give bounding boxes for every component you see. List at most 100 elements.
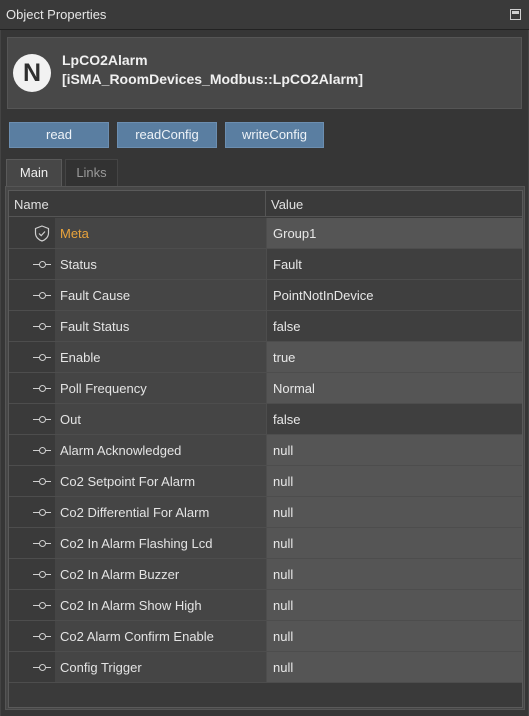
property-value: PointNotInDevice: [273, 288, 374, 303]
property-value: true: [273, 350, 296, 365]
row-value-cell[interactable]: null: [266, 559, 522, 589]
row-value-cell[interactable]: Group1: [266, 218, 522, 248]
niagara-logo-icon: N: [13, 54, 51, 92]
row-name-cell[interactable]: Enable: [55, 342, 266, 372]
property-name: Fault Cause: [60, 288, 131, 303]
row-name-cell[interactable]: Poll Frequency: [55, 373, 266, 403]
property-value: null: [273, 567, 294, 582]
slot-icon: [33, 633, 51, 640]
slot-icon: [33, 664, 51, 671]
row-value-cell[interactable]: null: [266, 621, 522, 651]
property-value: null: [273, 474, 294, 489]
object-name: LpCO2Alarm: [62, 52, 148, 68]
row-icon-cell: [9, 218, 55, 248]
shield-icon: [34, 225, 50, 242]
property-value: false: [273, 412, 301, 427]
slot-icon: [33, 540, 51, 547]
tab-main[interactable]: Main: [6, 159, 62, 187]
table-row[interactable]: Out false: [9, 404, 522, 435]
row-icon-cell: [9, 590, 55, 620]
read-config-button[interactable]: readConfig: [117, 122, 217, 148]
row-name-cell[interactable]: Co2 In Alarm Buzzer: [55, 559, 266, 589]
slot-icon: [33, 509, 51, 516]
row-icon-cell: [9, 404, 55, 434]
row-icon-cell: [9, 311, 55, 341]
row-value-cell[interactable]: null: [266, 652, 522, 682]
object-header: N LpCO2Alarm [iSMA_RoomDevices_Modbus::L…: [7, 37, 522, 109]
property-value: Normal: [273, 381, 315, 396]
row-name-cell[interactable]: Fault Status: [55, 311, 266, 341]
table-row[interactable]: Fault Status false: [9, 311, 522, 342]
property-name: Config Trigger: [60, 660, 142, 675]
properties-table: Name Value Meta Group1 Status Fault Fault Ca…: [8, 190, 523, 708]
row-value-cell[interactable]: null: [266, 466, 522, 496]
table-row[interactable]: Enable true: [9, 342, 522, 373]
row-name-cell[interactable]: Co2 In Alarm Flashing Lcd: [55, 528, 266, 558]
panel-titlebar: Object Properties: [0, 0, 529, 30]
row-name-cell[interactable]: Co2 In Alarm Show High: [55, 590, 266, 620]
row-value-cell[interactable]: false: [266, 404, 522, 434]
property-name: Co2 In Alarm Show High: [60, 598, 202, 613]
row-value-cell[interactable]: false: [266, 311, 522, 341]
row-icon-cell: [9, 435, 55, 465]
property-value: null: [273, 598, 294, 613]
column-divider[interactable]: [265, 191, 266, 217]
slot-icon: [33, 447, 51, 454]
row-name-cell[interactable]: Fault Cause: [55, 280, 266, 310]
table-row[interactable]: Meta Group1: [9, 218, 522, 249]
row-value-cell[interactable]: PointNotInDevice: [266, 280, 522, 310]
row-icon-cell: [9, 621, 55, 651]
row-icon-cell: [9, 280, 55, 310]
table-row[interactable]: Co2 In Alarm Buzzer null: [9, 559, 522, 590]
row-name-cell[interactable]: Co2 Alarm Confirm Enable: [55, 621, 266, 651]
tab-content: Name Value Meta Group1 Status Fault Fault Ca…: [5, 186, 525, 710]
row-icon-cell: [9, 528, 55, 558]
row-icon-cell: [9, 559, 55, 589]
row-value-cell[interactable]: null: [266, 528, 522, 558]
minimize-icon[interactable]: [510, 9, 521, 20]
write-config-button[interactable]: writeConfig: [225, 122, 324, 148]
row-name-cell[interactable]: Out: [55, 404, 266, 434]
table-row[interactable]: Co2 In Alarm Show High null: [9, 590, 522, 621]
table-row[interactable]: Status Fault: [9, 249, 522, 280]
property-value: null: [273, 505, 294, 520]
property-name: Alarm Acknowledged: [60, 443, 182, 458]
slot-icon: [33, 323, 51, 330]
property-value: null: [273, 536, 294, 551]
property-name: Co2 Differential For Alarm: [60, 505, 210, 520]
row-value-cell[interactable]: true: [266, 342, 522, 372]
tab-links[interactable]: Links: [65, 159, 118, 186]
row-value-cell[interactable]: null: [266, 590, 522, 620]
table-row[interactable]: Fault Cause PointNotInDevice: [9, 280, 522, 311]
row-name-cell[interactable]: Co2 Differential For Alarm: [55, 497, 266, 527]
row-value-cell[interactable]: Fault: [266, 249, 522, 279]
row-value-cell[interactable]: null: [266, 435, 522, 465]
table-row[interactable]: Co2 Setpoint For Alarm null: [9, 466, 522, 497]
table-row[interactable]: Co2 Differential For Alarm null: [9, 497, 522, 528]
property-name: Meta: [60, 226, 89, 241]
row-name-cell[interactable]: Co2 Setpoint For Alarm: [55, 466, 266, 496]
property-name: Fault Status: [60, 319, 130, 334]
read-button[interactable]: read: [9, 122, 109, 148]
column-header-value[interactable]: Value: [271, 197, 303, 212]
table-row[interactable]: Alarm Acknowledged null: [9, 435, 522, 466]
property-name: Enable: [60, 350, 101, 365]
property-name: Co2 Setpoint For Alarm: [60, 474, 196, 489]
column-header-name[interactable]: Name: [14, 197, 49, 212]
table-row[interactable]: Co2 In Alarm Flashing Lcd null: [9, 528, 522, 559]
table-row[interactable]: Co2 Alarm Confirm Enable null: [9, 621, 522, 652]
table-row[interactable]: Poll Frequency Normal: [9, 373, 522, 404]
property-name: Poll Frequency: [60, 381, 147, 396]
property-value: Group1: [273, 226, 317, 241]
slot-icon: [33, 416, 51, 423]
property-value: Fault: [273, 257, 302, 272]
row-name-cell[interactable]: Status: [55, 249, 266, 279]
row-name-cell[interactable]: Alarm Acknowledged: [55, 435, 266, 465]
slot-icon: [33, 292, 51, 299]
property-name: Co2 In Alarm Flashing Lcd: [60, 536, 213, 551]
row-value-cell[interactable]: null: [266, 497, 522, 527]
row-name-cell[interactable]: Meta: [55, 218, 266, 248]
row-value-cell[interactable]: Normal: [266, 373, 522, 403]
row-name-cell[interactable]: Config Trigger: [55, 652, 266, 682]
table-row[interactable]: Config Trigger null: [9, 652, 522, 683]
